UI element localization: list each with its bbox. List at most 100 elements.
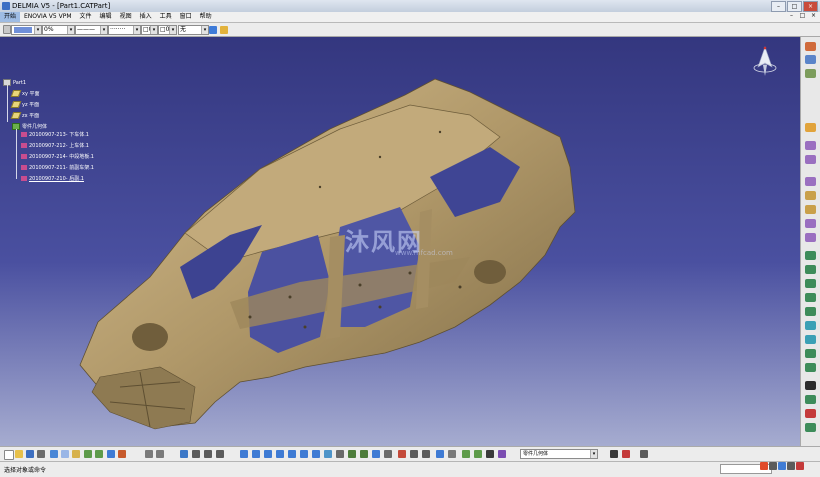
tree-node-xy-plane[interactable]: xy 平面 [10, 90, 40, 98]
sketch-icon[interactable] [805, 55, 816, 64]
ime-icon[interactable] [760, 462, 768, 470]
transparency-combo[interactable]: 0% ▾ [42, 25, 75, 35]
comment-icon[interactable] [156, 450, 164, 458]
formula-icon[interactable] [145, 450, 153, 458]
thickness-icon[interactable] [805, 307, 816, 316]
pan-icon[interactable] [264, 450, 272, 458]
apply-material-icon[interactable] [436, 450, 444, 458]
doc-restore-button[interactable]: □ [798, 12, 807, 20]
minimize-button[interactable]: – [771, 1, 786, 12]
fill-color-combo[interactable]: ▾ [11, 25, 42, 35]
menu-tools[interactable]: 工具 [156, 12, 176, 22]
hide-show-icon[interactable] [348, 450, 356, 458]
keyboard-icon[interactable] [787, 462, 795, 470]
painter-icon[interactable] [209, 26, 217, 34]
swap-space-icon[interactable] [360, 450, 368, 458]
maximize-button[interactable]: □ [787, 1, 802, 12]
menu-start[interactable]: 开始 [0, 12, 21, 22]
menu-window[interactable]: 窗口 [176, 12, 196, 22]
shell-icon[interactable] [805, 293, 816, 302]
print-icon[interactable] [37, 450, 45, 458]
iso-view-icon[interactable] [324, 450, 332, 458]
zoom-out-icon[interactable] [300, 450, 308, 458]
point-combo[interactable]: □0 ▾ [158, 25, 177, 35]
tree-node-lower-body[interactable]: 20100907-213- 下车体.1 [21, 132, 89, 139]
select-icon[interactable] [805, 123, 816, 132]
grid-icon[interactable] [180, 450, 188, 458]
draft-icon[interactable] [805, 279, 816, 288]
translate-icon[interactable] [805, 321, 816, 330]
menu-enovia[interactable]: ENOVIA V5 VPM [20, 12, 76, 22]
copy-icon[interactable] [61, 450, 69, 458]
save-icon[interactable] [26, 450, 34, 458]
open-file-icon[interactable] [15, 450, 23, 458]
tree-node-upper-body[interactable]: 20100907-212- 上车体.1 [21, 143, 89, 150]
tray-icon[interactable] [769, 462, 777, 470]
pocket-icon[interactable] [805, 155, 816, 164]
catalog-icon[interactable] [204, 450, 212, 458]
new-file-icon[interactable] [4, 450, 14, 460]
tree-node-yz-plane[interactable]: yz 平面 [10, 101, 39, 109]
perspective-icon[interactable] [384, 450, 392, 458]
fillet-icon[interactable] [805, 251, 816, 260]
assemble-icon[interactable] [805, 423, 816, 432]
paste-icon[interactable] [72, 450, 80, 458]
tree-node-rear-subframe[interactable]: 20100907-210- 后副.1 [21, 176, 84, 183]
tree-node-front-subframe[interactable]: 20100907-211- 前副车架.1 [21, 165, 94, 172]
menu-insert[interactable]: 插入 [136, 12, 156, 22]
fit-all-icon[interactable] [252, 450, 260, 458]
slot-icon[interactable] [805, 233, 816, 242]
work-object-combo[interactable]: 零件几何体 ▾ [520, 449, 598, 459]
tree-node-zx-plane[interactable]: zx 平面 [10, 112, 39, 120]
3d-viewport[interactable]: 沐风网 www.mfcad.com Part1 xy 平面 yz 平面 zx 平… [0, 37, 800, 446]
tray-icon[interactable] [778, 462, 786, 470]
chamfer-icon[interactable] [805, 265, 816, 274]
zoom-in-icon[interactable] [288, 450, 296, 458]
multi-view-icon[interactable] [372, 450, 380, 458]
shading-icon[interactable] [336, 450, 344, 458]
boolean-icon[interactable] [805, 395, 816, 404]
redo-icon[interactable] [95, 450, 103, 458]
remove-icon[interactable] [805, 409, 816, 418]
normal-view-icon[interactable] [312, 450, 320, 458]
menu-view[interactable]: 视图 [116, 12, 136, 22]
geometrical-set-icon[interactable] [486, 450, 494, 458]
close-button[interactable]: × [803, 1, 818, 12]
body-insert-icon[interactable] [474, 450, 482, 458]
scaling-icon[interactable] [805, 363, 816, 372]
rotate-icon[interactable] [276, 450, 284, 458]
table-icon[interactable] [192, 450, 200, 458]
groove-icon[interactable] [805, 191, 816, 200]
tree-node-part-body[interactable]: 零件几何体 [12, 123, 47, 131]
brush-mark-icon[interactable] [622, 450, 630, 458]
pointer-icon[interactable] [216, 450, 224, 458]
rib-icon[interactable] [805, 219, 816, 228]
linestyle-combo[interactable]: ········ ▾ [108, 25, 141, 35]
doc-minimize-button[interactable]: – [787, 12, 796, 20]
measure-item-icon[interactable] [410, 450, 418, 458]
mirror-icon[interactable] [805, 335, 816, 344]
exit-workbench-icon[interactable] [805, 69, 816, 78]
axis-system-icon[interactable] [462, 450, 470, 458]
tray-icon[interactable] [796, 462, 804, 470]
menu-edit[interactable]: 编辑 [96, 12, 116, 22]
pattern-icon[interactable] [805, 349, 816, 358]
settings-icon[interactable] [640, 450, 648, 458]
knowledge-icon[interactable] [118, 450, 126, 458]
undo-icon[interactable] [84, 450, 92, 458]
pad-icon[interactable] [805, 141, 816, 150]
tree-node-mid-floor[interactable]: 20100907-214- 中段地板.1 [21, 154, 94, 161]
arrow-icon[interactable] [610, 450, 618, 458]
shaft-icon[interactable] [805, 177, 816, 186]
menu-help[interactable]: 帮助 [196, 12, 216, 22]
measure-between-icon[interactable] [398, 450, 406, 458]
compass-icon[interactable] [750, 45, 780, 79]
ordered-set-icon[interactable] [498, 450, 506, 458]
measure-icon[interactable] [805, 42, 816, 51]
doc-close-button[interactable]: × [809, 12, 818, 20]
update-icon[interactable] [448, 450, 456, 458]
brush-icon[interactable] [220, 26, 228, 34]
inertia-icon[interactable] [422, 450, 430, 458]
hole-icon[interactable] [805, 205, 816, 214]
linetype-combo[interactable]: ——— ▾ [75, 25, 108, 35]
